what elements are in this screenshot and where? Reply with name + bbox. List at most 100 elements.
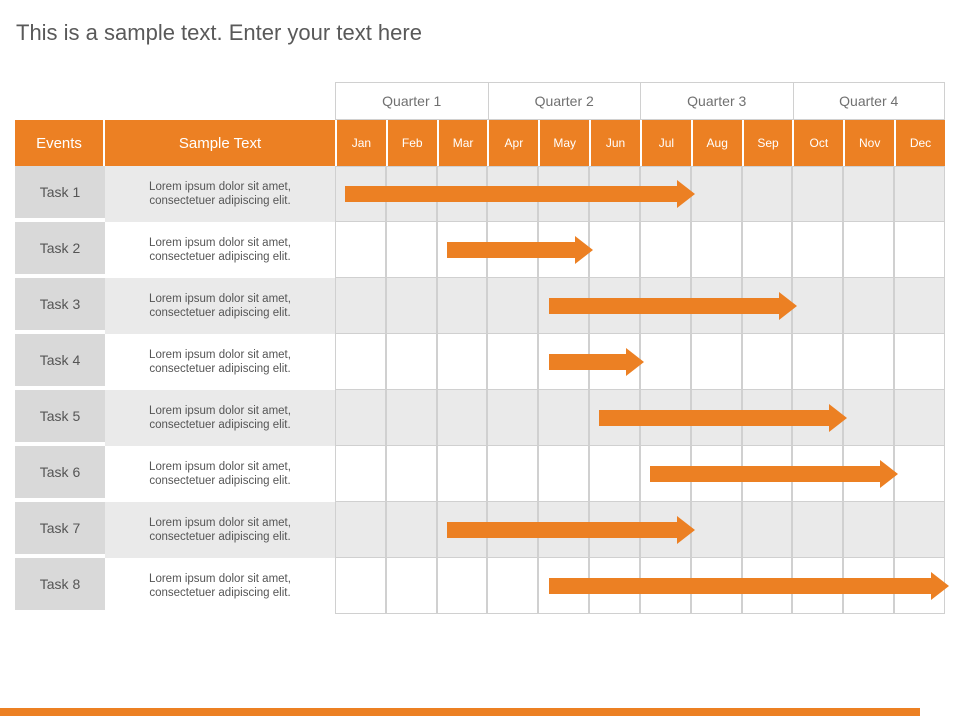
timeline-cell	[437, 390, 488, 446]
timeline-cell	[487, 166, 538, 222]
timeline-cell	[640, 222, 691, 278]
quarter-cell: Quarter 3	[640, 82, 793, 120]
timeline-cell	[843, 446, 894, 502]
timeline-cell	[437, 446, 488, 502]
task-row: Task 3Lorem ipsum dolor sit amet, consec…	[15, 278, 945, 334]
timeline-cell	[487, 222, 538, 278]
timeline-cell	[589, 278, 640, 334]
timeline-cell	[792, 502, 843, 558]
timeline-cell	[894, 278, 945, 334]
task-description: Lorem ipsum dolor sit amet, consectetuer…	[105, 222, 335, 278]
timeline-cell	[742, 446, 793, 502]
timeline-cell	[640, 166, 691, 222]
task-row: Task 7Lorem ipsum dolor sit amet, consec…	[15, 502, 945, 558]
month-cell: Sep	[742, 120, 793, 166]
timeline-cell	[691, 502, 742, 558]
timeline-cell	[691, 278, 742, 334]
timeline-cell	[437, 166, 488, 222]
timeline-cell	[487, 558, 538, 614]
timeline-cell	[843, 390, 894, 446]
task-row: Task 8Lorem ipsum dolor sit amet, consec…	[15, 558, 945, 614]
timeline-cell	[335, 334, 386, 390]
timeline-cell	[589, 166, 640, 222]
task-description: Lorem ipsum dolor sit amet, consectetuer…	[105, 446, 335, 502]
timeline-cell	[792, 390, 843, 446]
quarter-cell: Quarter 2	[488, 82, 641, 120]
timeline-cell	[589, 558, 640, 614]
timeline-cell	[792, 558, 843, 614]
timeline-cell	[792, 334, 843, 390]
timeline-cell	[691, 390, 742, 446]
header-spacer	[15, 82, 335, 120]
timeline-cell	[589, 390, 640, 446]
task-row: Task 4Lorem ipsum dolor sit amet, consec…	[15, 334, 945, 390]
month-cell: Feb	[386, 120, 437, 166]
timeline-cell	[742, 558, 793, 614]
timeline-cell	[437, 222, 488, 278]
timeline-cell	[691, 446, 742, 502]
timeline-cell	[843, 222, 894, 278]
timeline-cell	[335, 278, 386, 334]
task-description: Lorem ipsum dolor sit amet, consectetuer…	[105, 278, 335, 334]
timeline-cell	[538, 166, 589, 222]
timeline-cell	[691, 334, 742, 390]
month-cell: Jun	[589, 120, 640, 166]
timeline-cell	[386, 278, 437, 334]
timeline-cell	[894, 390, 945, 446]
timeline-cell	[538, 390, 589, 446]
task-description: Lorem ipsum dolor sit amet, consectetuer…	[105, 502, 335, 558]
timeline-cell	[792, 446, 843, 502]
task-name: Task 1	[15, 166, 105, 222]
timeline-cell	[742, 334, 793, 390]
timeline-cell	[386, 502, 437, 558]
task-row: Task 1Lorem ipsum dolor sit amet, consec…	[15, 166, 945, 222]
task-name: Task 8	[15, 558, 105, 614]
timeline-cell	[386, 558, 437, 614]
timeline-cell	[538, 558, 589, 614]
timeline-cell	[792, 278, 843, 334]
timeline-cell	[386, 166, 437, 222]
timeline-cell	[487, 390, 538, 446]
task-row: Task 6Lorem ipsum dolor sit amet, consec…	[15, 446, 945, 502]
timeline-cell	[487, 334, 538, 390]
timeline-cell	[640, 390, 691, 446]
month-cell: May	[538, 120, 589, 166]
timeline-cell	[386, 334, 437, 390]
timeline-cell	[691, 558, 742, 614]
task-name: Task 3	[15, 278, 105, 334]
timeline-cell	[843, 278, 894, 334]
timeline-cell	[538, 446, 589, 502]
month-cell: Jan	[335, 120, 386, 166]
timeline-cell	[487, 502, 538, 558]
timeline-cell	[335, 558, 386, 614]
timeline-cell	[843, 334, 894, 390]
timeline-cell	[691, 166, 742, 222]
timeline-cell	[538, 278, 589, 334]
timeline-cell	[843, 166, 894, 222]
timeline-cell	[538, 222, 589, 278]
timeline-cell	[640, 278, 691, 334]
month-cell: Oct	[792, 120, 843, 166]
timeline-cell	[487, 446, 538, 502]
month-cell: Mar	[437, 120, 488, 166]
month-cell: Nov	[843, 120, 894, 166]
task-description: Lorem ipsum dolor sit amet, consectetuer…	[105, 390, 335, 446]
timeline-cell	[335, 166, 386, 222]
month-cell: Jul	[640, 120, 691, 166]
timeline-cell	[742, 390, 793, 446]
timeline-cell	[335, 446, 386, 502]
timeline-cell	[894, 446, 945, 502]
task-description: Lorem ipsum dolor sit amet, consectetuer…	[105, 334, 335, 390]
timeline-cell	[792, 222, 843, 278]
task-description: Lorem ipsum dolor sit amet, consectetuer…	[105, 558, 335, 614]
timeline-cell	[386, 222, 437, 278]
timeline-cell	[538, 334, 589, 390]
sample-text-header: Sample Text	[105, 120, 335, 166]
task-row: Task 5Lorem ipsum dolor sit amet, consec…	[15, 390, 945, 446]
quarter-cell: Quarter 1	[335, 82, 488, 120]
page-title: This is a sample text. Enter your text h…	[16, 20, 422, 46]
task-name: Task 2	[15, 222, 105, 278]
timeline-cell	[640, 446, 691, 502]
timeline-cell	[843, 558, 894, 614]
timeline-cell	[640, 502, 691, 558]
